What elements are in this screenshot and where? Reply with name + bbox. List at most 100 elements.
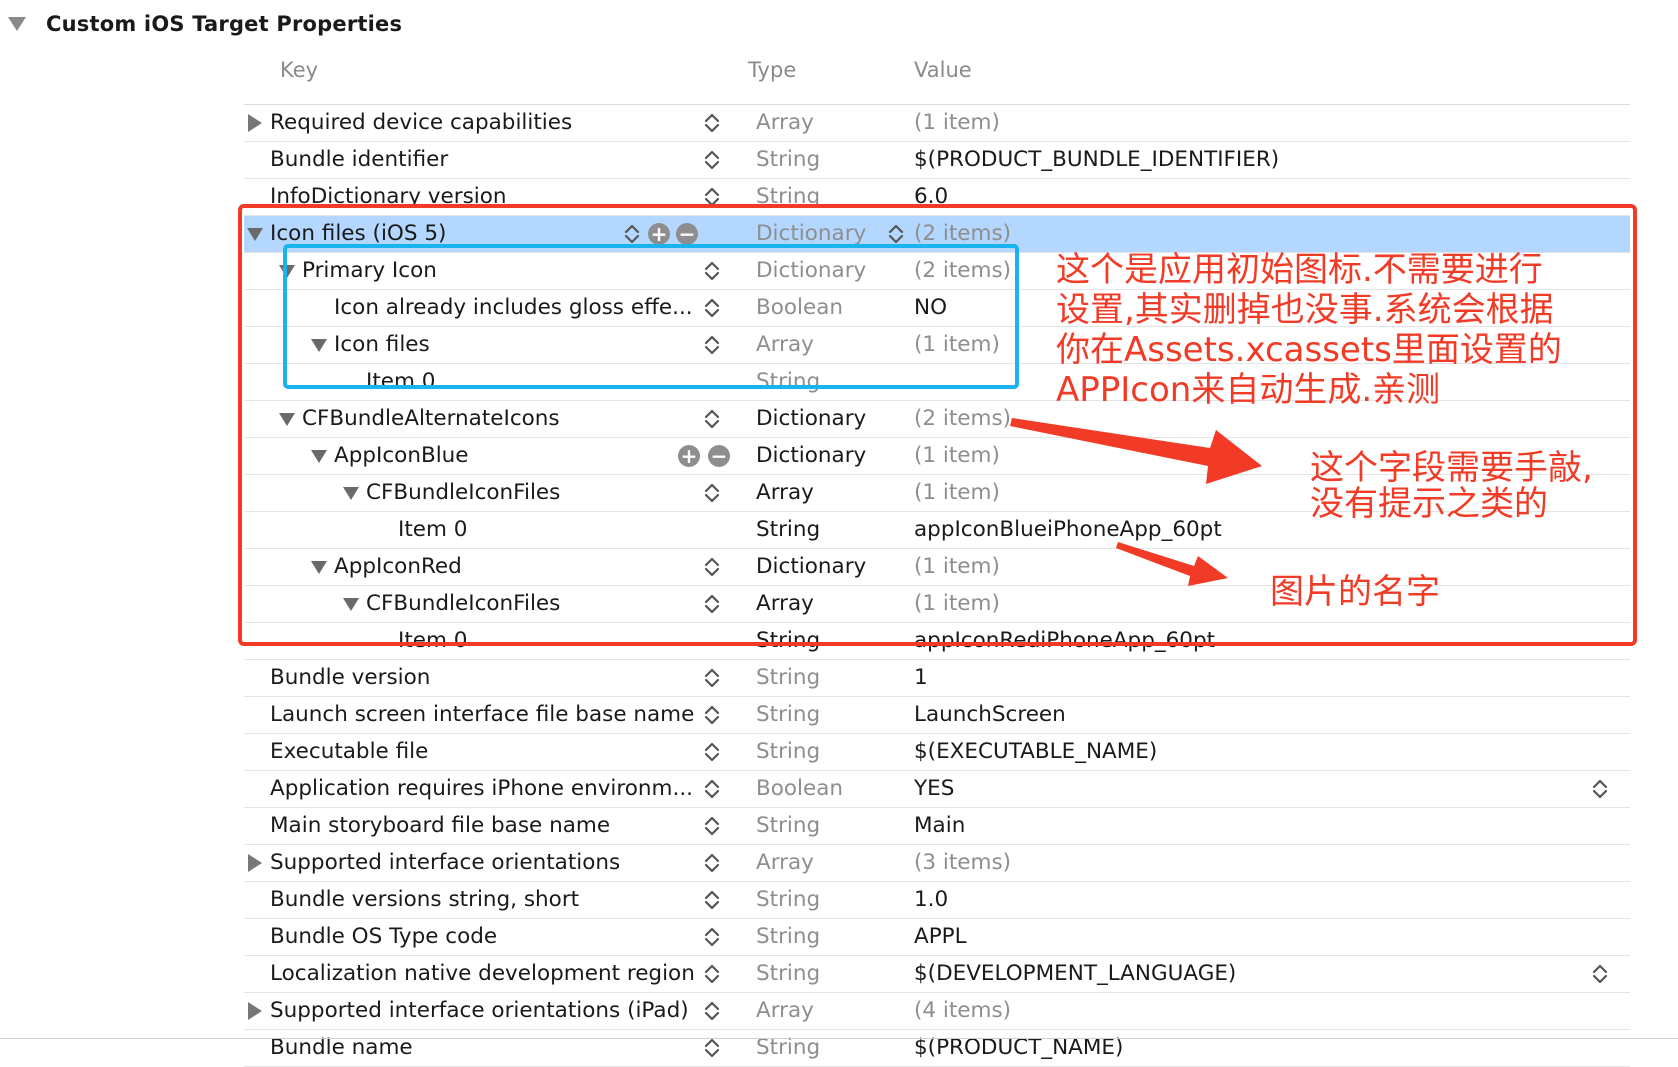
key-stepper-icon[interactable] [700, 703, 724, 727]
key-stepper-icon[interactable] [700, 666, 724, 690]
disclosure-triangle-icon[interactable] [8, 17, 26, 31]
key-label: Application requires iPhone environm... [270, 776, 693, 801]
plist-row[interactable]: Required device capabilities Array (1 item… [244, 105, 1630, 142]
note1-line: APPIcon来自动生成.亲测 [1056, 370, 1441, 410]
type-cell[interactable]: String [756, 919, 820, 955]
type-cell[interactable]: Array [756, 845, 814, 881]
plist-row[interactable]: Bundle version String 1 [244, 660, 1630, 697]
key-cell[interactable]: Required device capabilities [244, 105, 690, 141]
value-cell[interactable]: APPL [914, 919, 967, 955]
key-cell[interactable]: Localization native development region [244, 956, 695, 992]
note2-line: 没有提示之类的 [1310, 484, 1548, 524]
key-cell[interactable]: Application requires iPhone environm... [244, 771, 693, 807]
key-stepper-icon[interactable] [700, 111, 724, 135]
section-header[interactable]: Custom iOS Target Properties [8, 6, 402, 42]
value-cell[interactable]: $(DEVELOPMENT_LANGUAGE) [914, 956, 1236, 992]
value-cell[interactable]: (4 items) [914, 993, 1011, 1029]
type-cell[interactable]: Array [756, 993, 814, 1029]
value-stepper-icon[interactable] [1588, 962, 1612, 986]
type-cell[interactable]: String [756, 1030, 820, 1066]
key-stepper-icon[interactable] [700, 148, 724, 172]
annotation-note-image-name: 图片的名字 [1270, 572, 1440, 612]
value-cell[interactable]: (3 items) [914, 845, 1011, 881]
key-cell[interactable]: Main storyboard file base name [244, 808, 690, 844]
type-cell[interactable]: Array [756, 105, 814, 141]
bottom-divider [0, 1038, 1678, 1039]
type-cell[interactable]: Boolean [756, 771, 843, 807]
key-cell[interactable]: Bundle version [244, 660, 690, 696]
plist-row[interactable]: Supported interface orientations (iPad) A… [244, 993, 1630, 1030]
plist-row[interactable]: Bundle versions string, short String 1.0 [244, 882, 1630, 919]
type-cell[interactable]: String [756, 697, 820, 733]
note1-line: 你在Assets.xcassets里面设置的 [1056, 330, 1562, 370]
note2-line: 这个字段需要手敲, [1310, 448, 1593, 488]
key-label: Bundle identifier [270, 147, 449, 172]
key-label: Localization native development region [270, 961, 695, 986]
key-label: Bundle version [270, 665, 431, 690]
value-cell[interactable]: (1 item) [914, 105, 1000, 141]
key-stepper-icon[interactable] [700, 999, 724, 1023]
key-stepper-icon[interactable] [700, 888, 724, 912]
key-stepper-icon[interactable] [700, 1036, 724, 1060]
key-cell[interactable]: Bundle versions string, short [244, 882, 690, 918]
key-label: Bundle versions string, short [270, 887, 580, 912]
type-cell[interactable]: String [756, 808, 820, 844]
key-cell[interactable]: Bundle name [244, 1030, 690, 1066]
key-label: Supported interface orientations (iPad) [270, 998, 689, 1023]
plist-row[interactable]: Bundle name String $(PRODUCT_NAME) [244, 1030, 1630, 1067]
blue-annotation-box [283, 244, 1019, 389]
plist-row[interactable]: Application requires iPhone environm... B… [244, 771, 1630, 808]
key-label: Main storyboard file base name [270, 813, 611, 838]
annotation-note-primary-icon: 这个是应用初始图标.不需要进行 设置,其实删掉也没事.系统会根据 你在Asset… [1056, 250, 1562, 410]
key-label: Required device capabilities [270, 110, 573, 135]
plist-row[interactable]: Launch screen interface file base name St… [244, 697, 1630, 734]
value-stepper-icon[interactable] [1588, 777, 1612, 801]
disclosure-collapsed-icon[interactable] [244, 1002, 266, 1020]
key-label: Executable file [270, 739, 429, 764]
section-title: Custom iOS Target Properties [46, 12, 403, 36]
column-header-key[interactable]: Key [280, 58, 318, 82]
key-label: Launch screen interface file base name [270, 702, 695, 727]
key-stepper-icon[interactable] [700, 814, 724, 838]
note1-line: 设置,其实删掉也没事.系统会根据 [1056, 290, 1554, 330]
plist-row[interactable]: Bundle OS Type code String APPL [244, 919, 1630, 956]
value-cell[interactable]: $(PRODUCT_BUNDLE_IDENTIFIER) [914, 142, 1279, 178]
key-stepper-icon[interactable] [700, 777, 724, 801]
plist-row[interactable]: Main storyboard file base name String Main [244, 808, 1630, 845]
value-cell[interactable]: 1 [914, 660, 928, 696]
value-cell[interactable]: 1.0 [914, 882, 948, 918]
type-cell[interactable]: String [756, 142, 820, 178]
column-header-value[interactable]: Value [914, 58, 972, 82]
key-cell[interactable]: Launch screen interface file base name [244, 697, 694, 733]
key-cell[interactable]: Supported interface orientations [244, 845, 690, 881]
key-stepper-icon[interactable] [700, 962, 724, 986]
type-cell[interactable]: String [756, 882, 820, 918]
key-cell[interactable]: Bundle OS Type code [244, 919, 690, 955]
column-header-type[interactable]: Type [748, 58, 796, 82]
plist-row[interactable]: Localization native development region St… [244, 956, 1630, 993]
key-label: Supported interface orientations [270, 850, 621, 875]
key-cell[interactable]: Supported interface orientations (iPad) [244, 993, 690, 1029]
key-stepper-icon[interactable] [700, 851, 724, 875]
key-label: Bundle OS Type code [270, 924, 498, 949]
value-cell[interactable]: YES [914, 771, 954, 807]
key-cell[interactable]: Bundle identifier [244, 142, 690, 178]
plist-row[interactable]: Bundle identifier String $(PRODUCT_BUNDLE_… [244, 142, 1630, 179]
disclosure-collapsed-icon[interactable] [244, 854, 266, 872]
annotation-note-manual-entry: 这个字段需要手敲, 没有提示之类的 [1310, 450, 1593, 522]
type-cell[interactable]: String [756, 956, 820, 992]
key-stepper-icon[interactable] [700, 740, 724, 764]
disclosure-collapsed-icon[interactable] [244, 114, 266, 132]
plist-row[interactable]: Supported interface orientations Array (3 … [244, 845, 1630, 882]
key-cell[interactable]: Executable file [244, 734, 690, 770]
type-cell[interactable]: String [756, 734, 820, 770]
value-cell[interactable]: $(EXECUTABLE_NAME) [914, 734, 1157, 770]
plist-row[interactable]: Executable file String $(EXECUTABLE_NAME) [244, 734, 1630, 771]
type-cell[interactable]: String [756, 660, 820, 696]
value-cell[interactable]: $(PRODUCT_NAME) [914, 1030, 1123, 1066]
value-cell[interactable]: Main [914, 808, 965, 844]
key-label: Bundle name [270, 1035, 413, 1060]
value-cell[interactable]: LaunchScreen [914, 697, 1066, 733]
note1-line: 这个是应用初始图标.不需要进行 [1056, 250, 1543, 290]
key-stepper-icon[interactable] [700, 925, 724, 949]
